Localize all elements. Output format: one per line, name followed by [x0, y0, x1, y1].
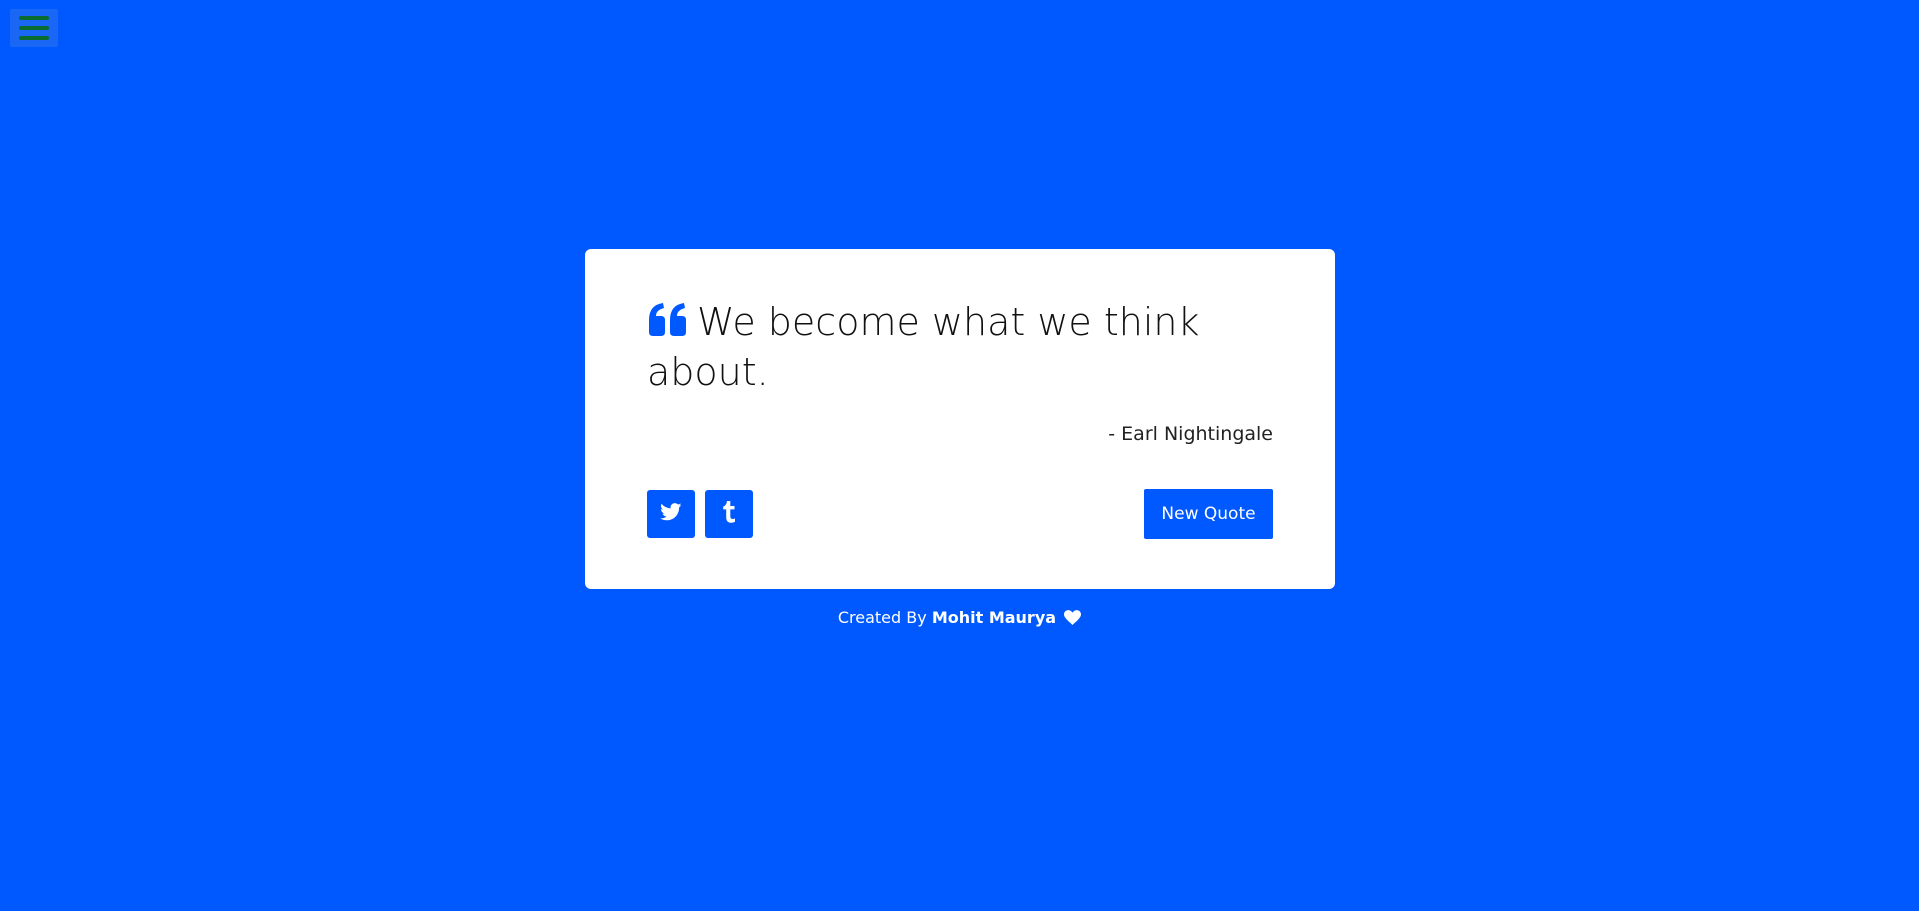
footer-prefix: Created By: [837, 608, 927, 627]
new-quote-button[interactable]: New Quote: [1144, 489, 1273, 539]
hamburger-menu-icon[interactable]: [10, 9, 58, 47]
twitter-icon: [660, 503, 682, 525]
tumblr-button[interactable]: [705, 490, 753, 538]
heart-icon: [1064, 610, 1082, 629]
author-link[interactable]: Mohit Maurya: [932, 608, 1056, 627]
quote-block: We become what we think about.: [647, 299, 1257, 396]
menu-bar: [19, 16, 49, 20]
quote-left-icon: [647, 302, 689, 349]
quote-actions: New Quote: [647, 489, 1273, 539]
menu-bar: [19, 26, 49, 30]
quote-text: We become what we think about.: [647, 300, 1200, 394]
tweet-button[interactable]: [647, 490, 695, 538]
footer: Created By Mohit Maurya: [0, 608, 1919, 629]
tumblr-icon: [722, 501, 736, 527]
quote-author: - Earl Nightingale: [1108, 423, 1273, 445]
menu-bar: [19, 36, 49, 40]
quote-card: We become what we think about. - Earl Ni…: [585, 249, 1335, 589]
